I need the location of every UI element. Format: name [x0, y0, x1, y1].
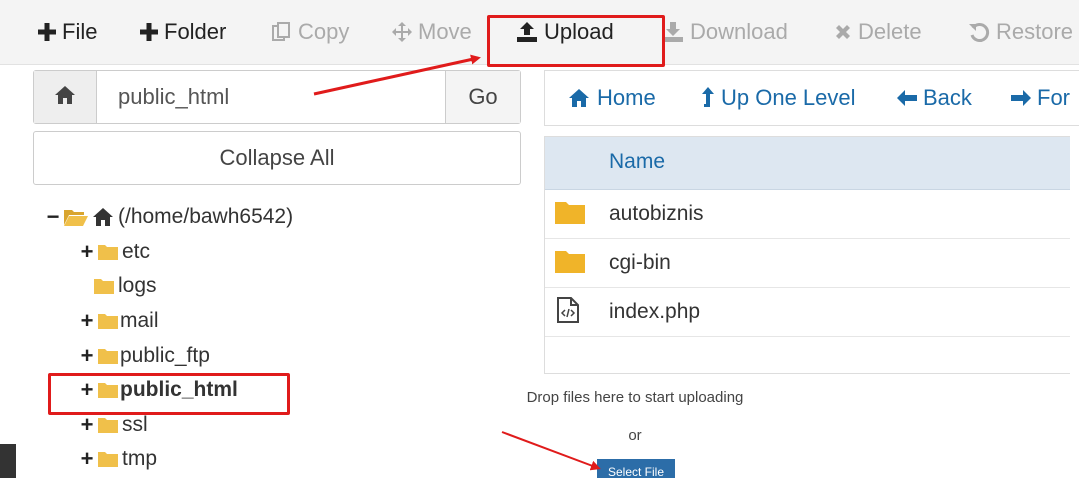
arrow-to-upload	[313, 54, 481, 96]
arrow-to-select-file	[501, 431, 601, 471]
annotation-arrows	[313, 54, 601, 471]
